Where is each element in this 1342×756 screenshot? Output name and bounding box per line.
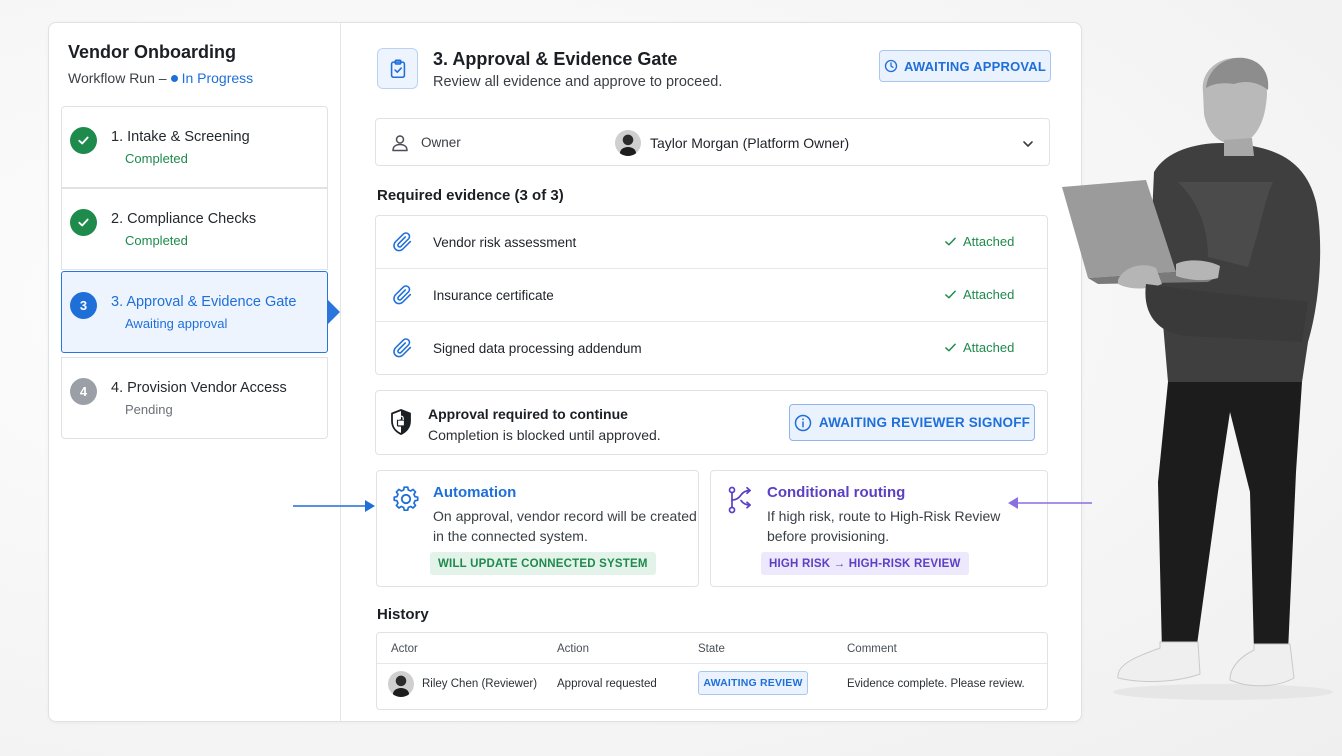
active-step-pointer-icon xyxy=(328,300,340,324)
check-circle-icon xyxy=(70,127,97,154)
route-branch-icon xyxy=(728,486,751,514)
gate-detail-panel: 3. Approval & Evidence Gate Review all e… xyxy=(342,23,1083,721)
paperclip-icon xyxy=(393,232,412,252)
conditional-routing-card: Conditional routing If high risk, route … xyxy=(710,470,1048,587)
column-header-action: Action xyxy=(557,643,589,655)
step-intake-screening[interactable]: 1. Intake & Screening Completed xyxy=(61,106,328,188)
step-title: 2. Compliance Checks xyxy=(111,211,257,227)
shield-icon xyxy=(391,409,411,435)
approval-required-box: Approval required to continue Completion… xyxy=(375,390,1048,455)
owner-name: Taylor Morgan (Platform Owner) xyxy=(650,135,850,151)
evidence-status-label: Attached xyxy=(963,287,1015,302)
evidence-name: Insurance certificate xyxy=(433,288,554,303)
automation-card: Automation On approval, vendor record wi… xyxy=(376,470,699,587)
approval-title: Approval required to continue xyxy=(428,406,628,422)
workflow-title: Vendor Onboarding xyxy=(68,42,237,62)
comment-cell: Evidence complete. Please review. xyxy=(847,678,1025,690)
awaiting-signoff-badge[interactable]: AWAITING REVIEWER SIGNOFF xyxy=(789,404,1035,441)
chevron-down-icon xyxy=(1023,141,1033,147)
step-state: Pending xyxy=(125,402,173,417)
step-title: 1. Intake & Screening xyxy=(111,129,250,145)
workflow-subtitle: Workflow Run – In Progress xyxy=(68,70,253,86)
status-dot-icon xyxy=(170,75,178,83)
awaiting-approval-badge: AWAITING APPROVAL xyxy=(879,50,1051,82)
evidence-list: Vendor risk assessment Attached Insuranc… xyxy=(375,215,1048,375)
evidence-name: Signed data processing addendum xyxy=(433,341,642,356)
step-compliance-checks[interactable]: 2. Compliance Checks Completed xyxy=(61,188,328,270)
check-icon xyxy=(945,343,956,352)
evidence-item[interactable]: Vendor risk assessment Attached xyxy=(376,216,1047,269)
avatar xyxy=(388,671,414,697)
evidence-item[interactable]: Signed data processing addendum Attached xyxy=(376,322,1047,375)
workflow-status: In Progress xyxy=(181,70,254,86)
column-header-comment: Comment xyxy=(847,643,897,655)
evidence-status: Attached xyxy=(944,287,1014,302)
page-title: 3. Approval & Evidence Gate xyxy=(433,49,678,69)
routing-badge: HIGH RISK → HIGH-RISK REVIEW xyxy=(761,552,969,575)
owner-label: Owner xyxy=(421,135,461,150)
avatar xyxy=(615,130,641,156)
evidence-status: Attached xyxy=(944,234,1014,249)
step-provision-vendor-access[interactable]: 4 4. Provision Vendor Access Pending xyxy=(61,357,328,439)
status-badge: AWAITING REVIEW xyxy=(698,671,808,695)
approval-subtitle: Completion is blocked until approved. xyxy=(428,427,661,443)
step-title: 3. Approval & Evidence Gate xyxy=(111,294,297,310)
info-icon xyxy=(794,414,812,431)
workflow-run-label: Workflow Run – xyxy=(68,70,167,86)
page-subtitle: Review all evidence and approve to proce… xyxy=(433,74,723,90)
user-icon xyxy=(392,135,408,152)
clipboard-check-icon xyxy=(377,48,418,89)
step-approval-evidence-gate[interactable]: 3 3. Approval & Evidence Gate Awaiting a… xyxy=(61,271,328,353)
arrow-right-icon xyxy=(293,500,375,512)
step-state: Awaiting approval xyxy=(125,316,228,331)
awaiting-signoff-label: AWAITING REVIEWER SIGNOFF xyxy=(818,415,1031,430)
evidence-name: Vendor risk assessment xyxy=(433,235,577,250)
column-header-state: State xyxy=(698,643,725,655)
evidence-status-label: Attached xyxy=(963,234,1015,249)
gear-icon xyxy=(393,486,419,512)
actor-cell: Riley Chen (Reviewer) xyxy=(422,678,538,690)
clock-icon xyxy=(884,59,898,73)
paperclip-icon xyxy=(393,338,412,358)
workflow-card: Vendor Onboarding Workflow Run – In Progr… xyxy=(48,22,1082,722)
automation-title: Automation xyxy=(433,484,517,501)
step-number-badge: 3 xyxy=(70,292,97,319)
column-header-actor: Actor xyxy=(391,643,418,655)
check-circle-icon xyxy=(70,209,97,236)
workflow-sidebar: Vendor Onboarding Workflow Run – In Progr… xyxy=(49,23,341,721)
step-title: 4. Provision Vendor Access xyxy=(111,380,287,396)
step-number-badge: 4 xyxy=(70,378,97,405)
awaiting-approval-label: AWAITING APPROVAL xyxy=(903,58,1047,74)
step-state: Completed xyxy=(125,151,188,166)
evidence-status: Attached xyxy=(944,340,1014,355)
check-icon xyxy=(945,237,956,246)
check-icon xyxy=(945,290,956,299)
history-title: History xyxy=(377,606,429,623)
evidence-status-label: Attached xyxy=(963,340,1015,355)
table-header: Actor Action State Comment xyxy=(377,633,1047,664)
required-evidence-title: Required evidence (3 of 3) xyxy=(377,187,564,204)
automation-text: On approval, vendor record will be creat… xyxy=(433,508,697,544)
paperclip-icon xyxy=(393,285,412,305)
evidence-item[interactable]: Insurance certificate Attached xyxy=(376,269,1047,322)
action-cell: Approval requested xyxy=(557,678,657,690)
owner-select[interactable]: Owner Taylor Morgan (Platform Owner) xyxy=(375,118,1050,166)
history-table: Actor Action State Comment Riley Chen (R… xyxy=(376,632,1048,710)
person-with-laptop-image xyxy=(1062,57,1333,700)
automation-badge: WILL UPDATE CONNECTED SYSTEM xyxy=(430,552,656,575)
routing-text: If high risk, route to High-Risk Review … xyxy=(767,508,1001,544)
step-state: Completed xyxy=(125,233,188,248)
routing-title: Conditional routing xyxy=(767,484,906,501)
